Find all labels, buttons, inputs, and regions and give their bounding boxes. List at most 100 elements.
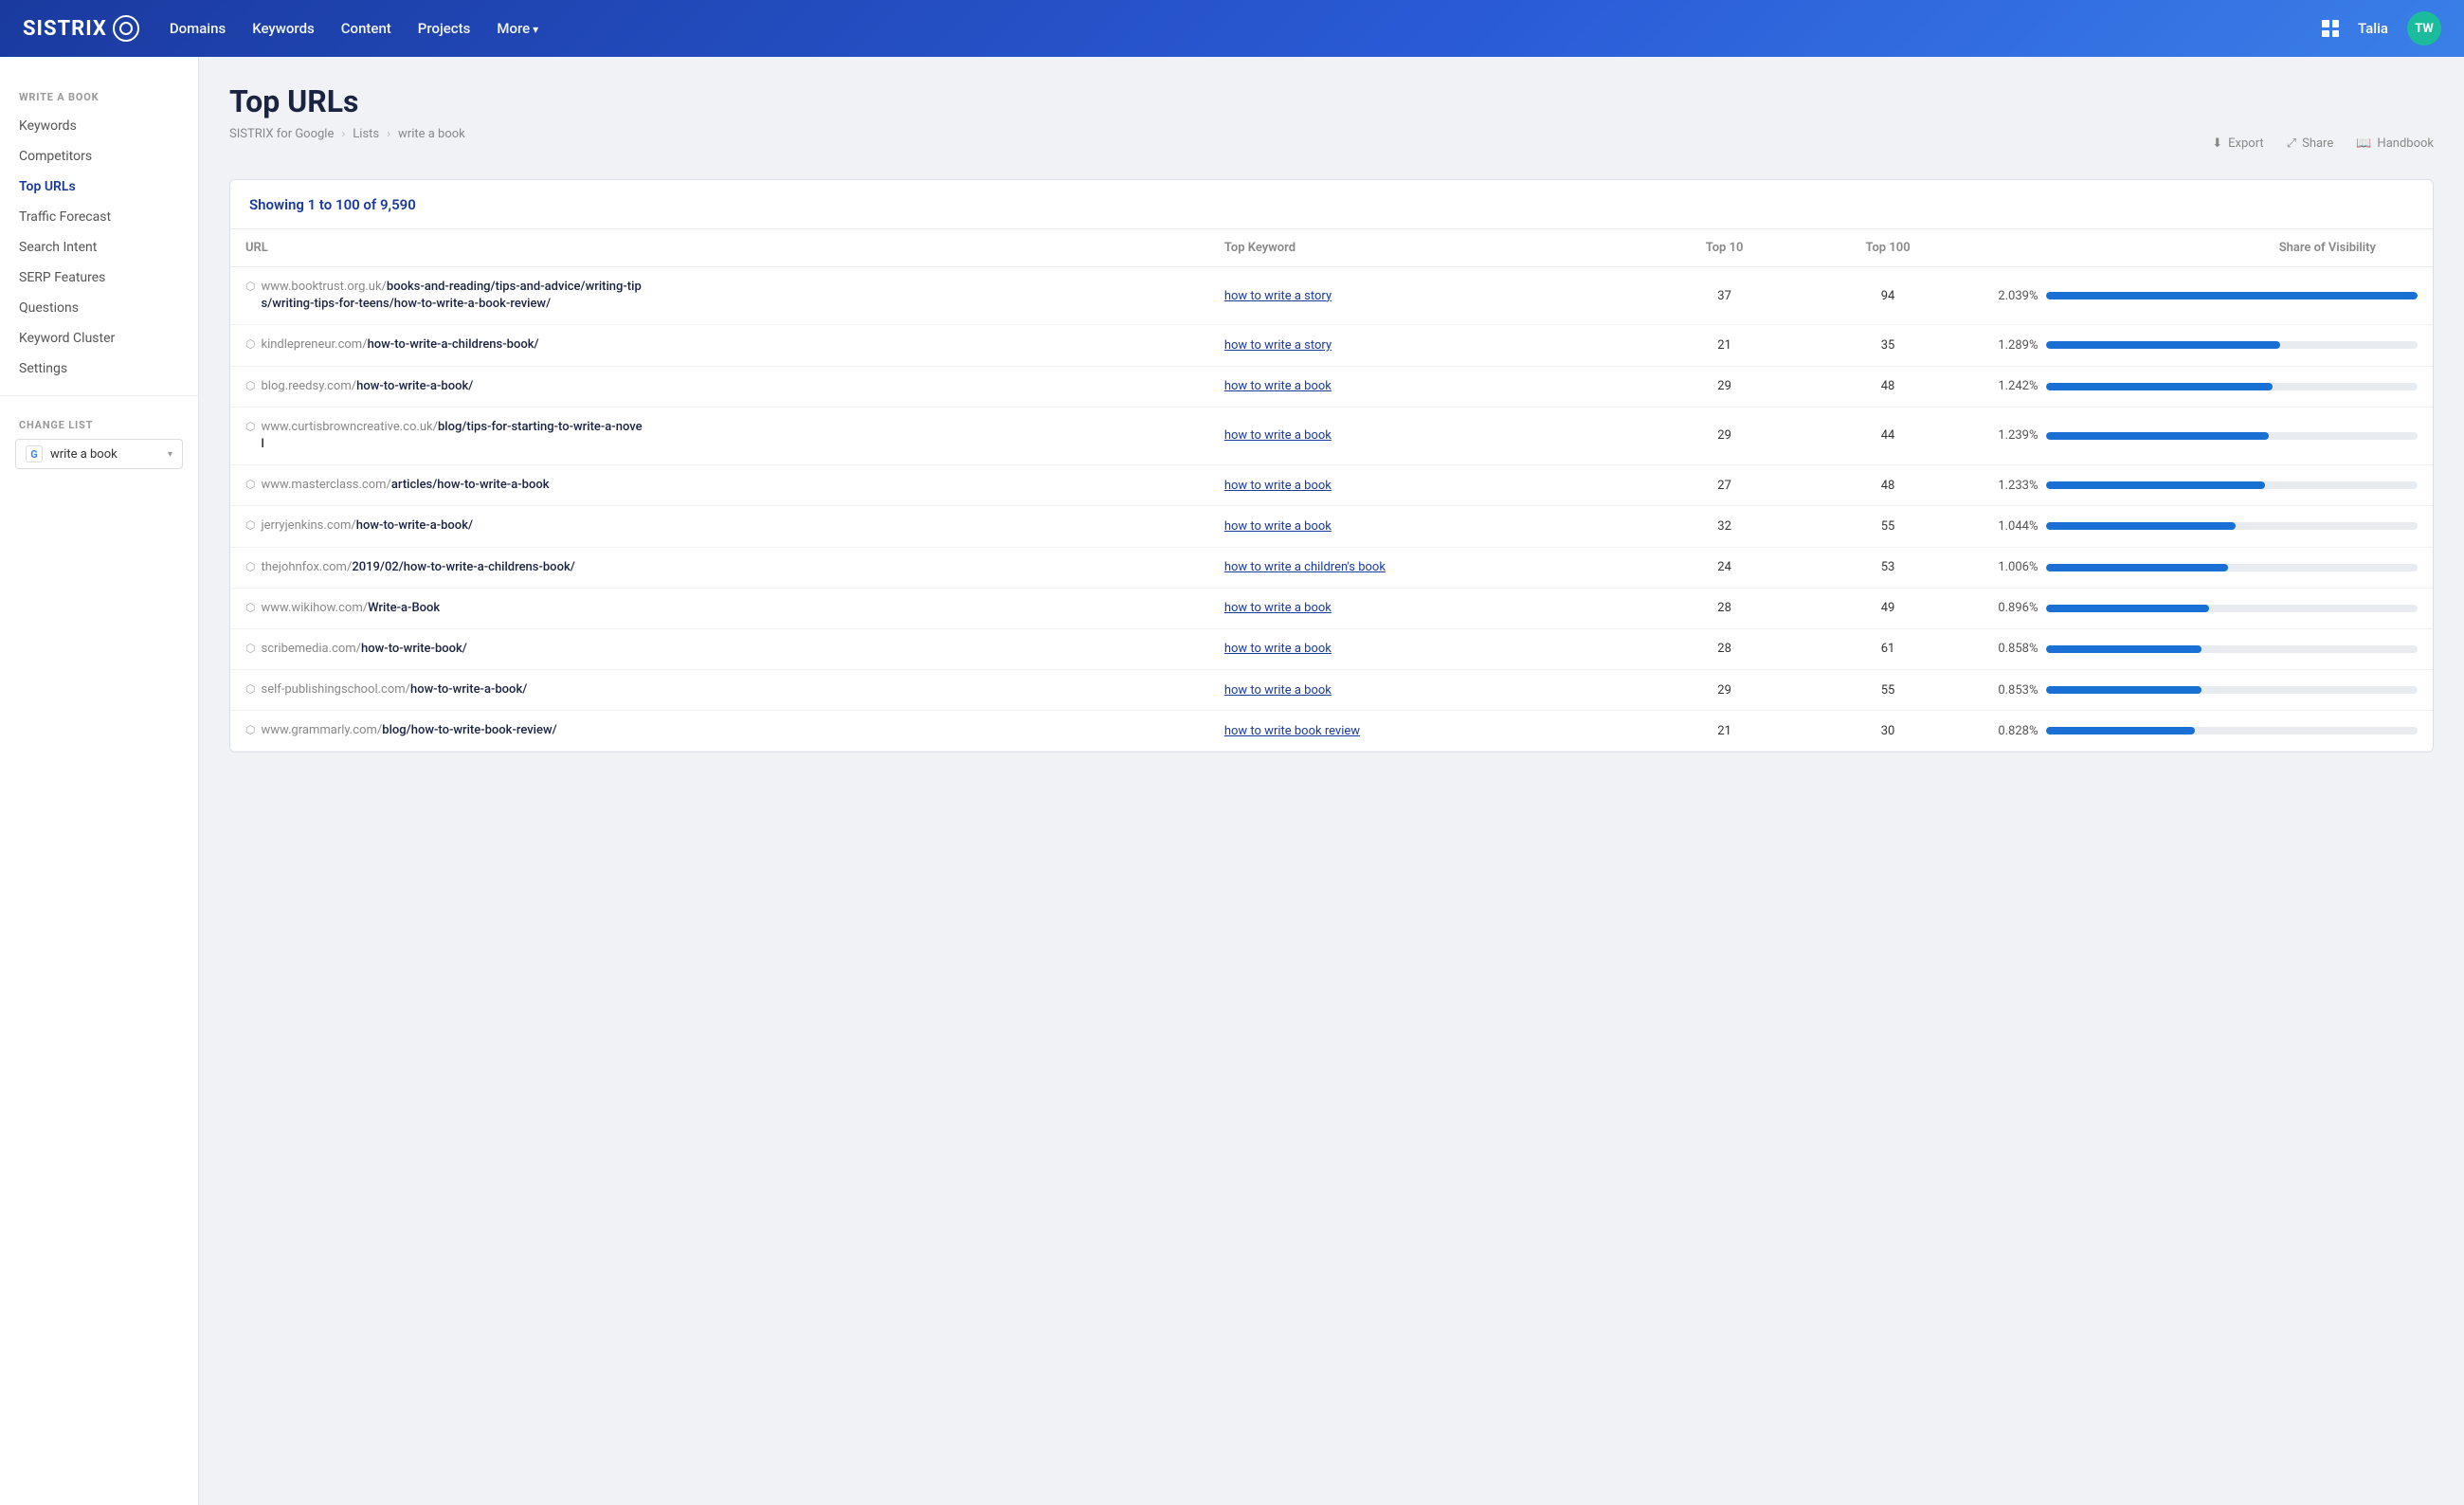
top100-cell: 49: [1803, 588, 1974, 628]
handbook-label: Handbook: [2377, 136, 2434, 151]
url-text[interactable]: kindlepreneur.com/how-to-write-a-childre…: [261, 336, 538, 354]
bar-track: [2046, 432, 2418, 440]
avatar[interactable]: TW: [2407, 11, 2441, 45]
data-table: URL Top Keyword Top 10 Top 100 Share of …: [230, 229, 2433, 752]
user-name[interactable]: Talia: [2358, 20, 2388, 37]
top100-cell: 48: [1803, 465, 1974, 506]
share-button[interactable]: ⤢ Share: [2287, 136, 2334, 151]
share-pct: 0.853%: [1989, 683, 2038, 698]
url-text[interactable]: scribemedia.com/how-to-write-book/: [261, 641, 466, 658]
table-row: ⬡ thejohnfox.com/2019/02/how-to-write-a-…: [230, 547, 2433, 588]
keyword-link[interactable]: how to write a story: [1224, 338, 1332, 353]
url-text[interactable]: thejohnfox.com/2019/02/how-to-write-a-ch…: [261, 559, 574, 576]
share-pct: 1.239%: [1989, 428, 2038, 443]
main-content: Top URLs SISTRIX for Google › Lists › wr…: [199, 57, 2464, 1505]
keyword-link[interactable]: how to write a book: [1224, 683, 1332, 698]
url-base: blog.reedsy.com/: [261, 379, 356, 393]
bar-fill: [2046, 522, 2236, 530]
url-cell: ⬡ self-publishingschool.com/how-to-write…: [230, 670, 1209, 711]
url-base: self-publishingschool.com/: [261, 682, 410, 697]
external-link-icon: ⬡: [245, 280, 255, 293]
sidebar-item-competitors[interactable]: Competitors: [0, 141, 198, 172]
nav-domains[interactable]: Domains: [170, 20, 226, 37]
url-text[interactable]: www.masterclass.com/articles/how-to-writ…: [261, 477, 549, 494]
keyword-link[interactable]: how to write a book: [1224, 428, 1332, 443]
url-cell: ⬡ jerryjenkins.com/how-to-write-a-book/: [230, 506, 1209, 547]
nav-content[interactable]: Content: [341, 20, 391, 37]
nav-projects[interactable]: Projects: [418, 20, 471, 37]
keyword-link[interactable]: how to write a book: [1224, 479, 1332, 493]
bar-track: [2046, 292, 2418, 299]
url-text[interactable]: blog.reedsy.com/how-to-write-a-book/: [261, 378, 473, 395]
handbook-button[interactable]: 📖 Handbook: [2356, 136, 2434, 151]
col-top-keyword: Top Keyword: [1209, 229, 1647, 267]
sidebar-item-traffic-forecast[interactable]: Traffic Forecast: [0, 202, 198, 232]
bar-track: [2046, 605, 2418, 612]
url-cell: ⬡ blog.reedsy.com/how-to-write-a-book/: [230, 366, 1209, 407]
url-text[interactable]: jerryjenkins.com/how-to-write-a-book/: [261, 517, 473, 535]
share-pct: 0.828%: [1989, 724, 2038, 738]
sidebar-item-keyword-cluster[interactable]: Keyword Cluster: [0, 323, 198, 354]
bar-track: [2046, 383, 2418, 390]
sidebar-divider: [0, 395, 198, 396]
card-header: Showing 1 to 100 of 9,590: [230, 180, 2433, 229]
keyword-cell: how to write a book: [1209, 407, 1647, 464]
share-pct: 1.242%: [1989, 379, 2038, 393]
url-text[interactable]: www.curtisbrowncreative.co.uk/blog/tips-…: [261, 419, 643, 453]
url-base: www.grammarly.com/: [261, 723, 382, 737]
sidebar-item-questions[interactable]: Questions: [0, 293, 198, 323]
keyword-cell: how to write a book: [1209, 628, 1647, 669]
keyword-link[interactable]: how to write a book: [1224, 601, 1332, 615]
chevron-down-icon: ▾: [168, 449, 172, 460]
export-label: Export: [2228, 136, 2264, 151]
url-path: articles/how-to-write-a-book: [391, 478, 550, 492]
top10-cell: 29: [1647, 366, 1803, 407]
grid-icon[interactable]: [2322, 20, 2339, 37]
top10-cell: 37: [1647, 267, 1803, 325]
breadcrumb-sistrix[interactable]: SISTRIX for Google: [229, 127, 334, 141]
bar-track: [2046, 481, 2418, 489]
keyword-link[interactable]: how to write a book: [1224, 642, 1332, 656]
nav-more[interactable]: More: [497, 20, 538, 37]
top100-cell: 48: [1803, 366, 1974, 407]
keyword-cell: how to write a book: [1209, 366, 1647, 407]
table-row: ⬡ self-publishingschool.com/how-to-write…: [230, 670, 2433, 711]
keyword-link[interactable]: how to write a story: [1224, 289, 1332, 303]
top10-cell: 29: [1647, 407, 1803, 464]
breadcrumb-sep-1: ›: [341, 127, 345, 141]
sidebar-item-keywords[interactable]: Keywords: [0, 111, 198, 141]
sidebar-item-top-urls[interactable]: Top URLs: [0, 172, 198, 202]
table-row: ⬡ www.wikihow.com/Write-a-Book how to wr…: [230, 588, 2433, 628]
logo[interactable]: SISTRIX: [23, 15, 139, 42]
share-pct: 1.006%: [1989, 560, 2038, 574]
export-button[interactable]: ⬇ Export: [2212, 136, 2263, 151]
sidebar-item-serp-features[interactable]: SERP Features: [0, 263, 198, 293]
keyword-link[interactable]: how to write book review: [1224, 724, 1360, 738]
url-cell: ⬡ thejohnfox.com/2019/02/how-to-write-a-…: [230, 547, 1209, 588]
showing-text: Showing 1 to 100 of 9,590: [249, 196, 416, 213]
breadcrumb: SISTRIX for Google › Lists › write a boo…: [229, 127, 465, 141]
nav-keywords[interactable]: Keywords: [252, 20, 315, 37]
share-cell: 1.233%: [1974, 465, 2433, 506]
keyword-cell: how to write a story: [1209, 267, 1647, 325]
url-base: kindlepreneur.com/: [261, 337, 367, 352]
sidebar-item-settings[interactable]: Settings: [0, 354, 198, 384]
keyword-link[interactable]: how to write a children's book: [1224, 560, 1386, 574]
keyword-link[interactable]: how to write a book: [1224, 519, 1332, 534]
url-text[interactable]: self-publishingschool.com/how-to-write-a…: [261, 681, 527, 698]
share-cell: 0.858%: [1974, 628, 2433, 669]
breadcrumb-lists[interactable]: Lists: [353, 127, 379, 141]
external-link-icon: ⬡: [245, 518, 255, 532]
keyword-link[interactable]: how to write a book: [1224, 379, 1332, 393]
change-list-dropdown[interactable]: G write a book ▾: [15, 439, 183, 469]
sidebar-item-search-intent[interactable]: Search Intent: [0, 232, 198, 263]
share-pct: 1.233%: [1989, 479, 2038, 493]
url-text[interactable]: www.wikihow.com/Write-a-Book: [261, 600, 440, 617]
url-text[interactable]: www.booktrust.org.uk/books-and-reading/t…: [261, 279, 643, 313]
top100-cell: 94: [1803, 267, 1974, 325]
share-pct: 0.858%: [1989, 642, 2038, 656]
content-card: Showing 1 to 100 of 9,590 URL Top Keywor…: [229, 179, 2434, 752]
url-text[interactable]: www.grammarly.com/blog/how-to-write-book…: [261, 722, 556, 739]
top100-cell: 53: [1803, 547, 1974, 588]
bar-fill: [2046, 481, 2266, 489]
